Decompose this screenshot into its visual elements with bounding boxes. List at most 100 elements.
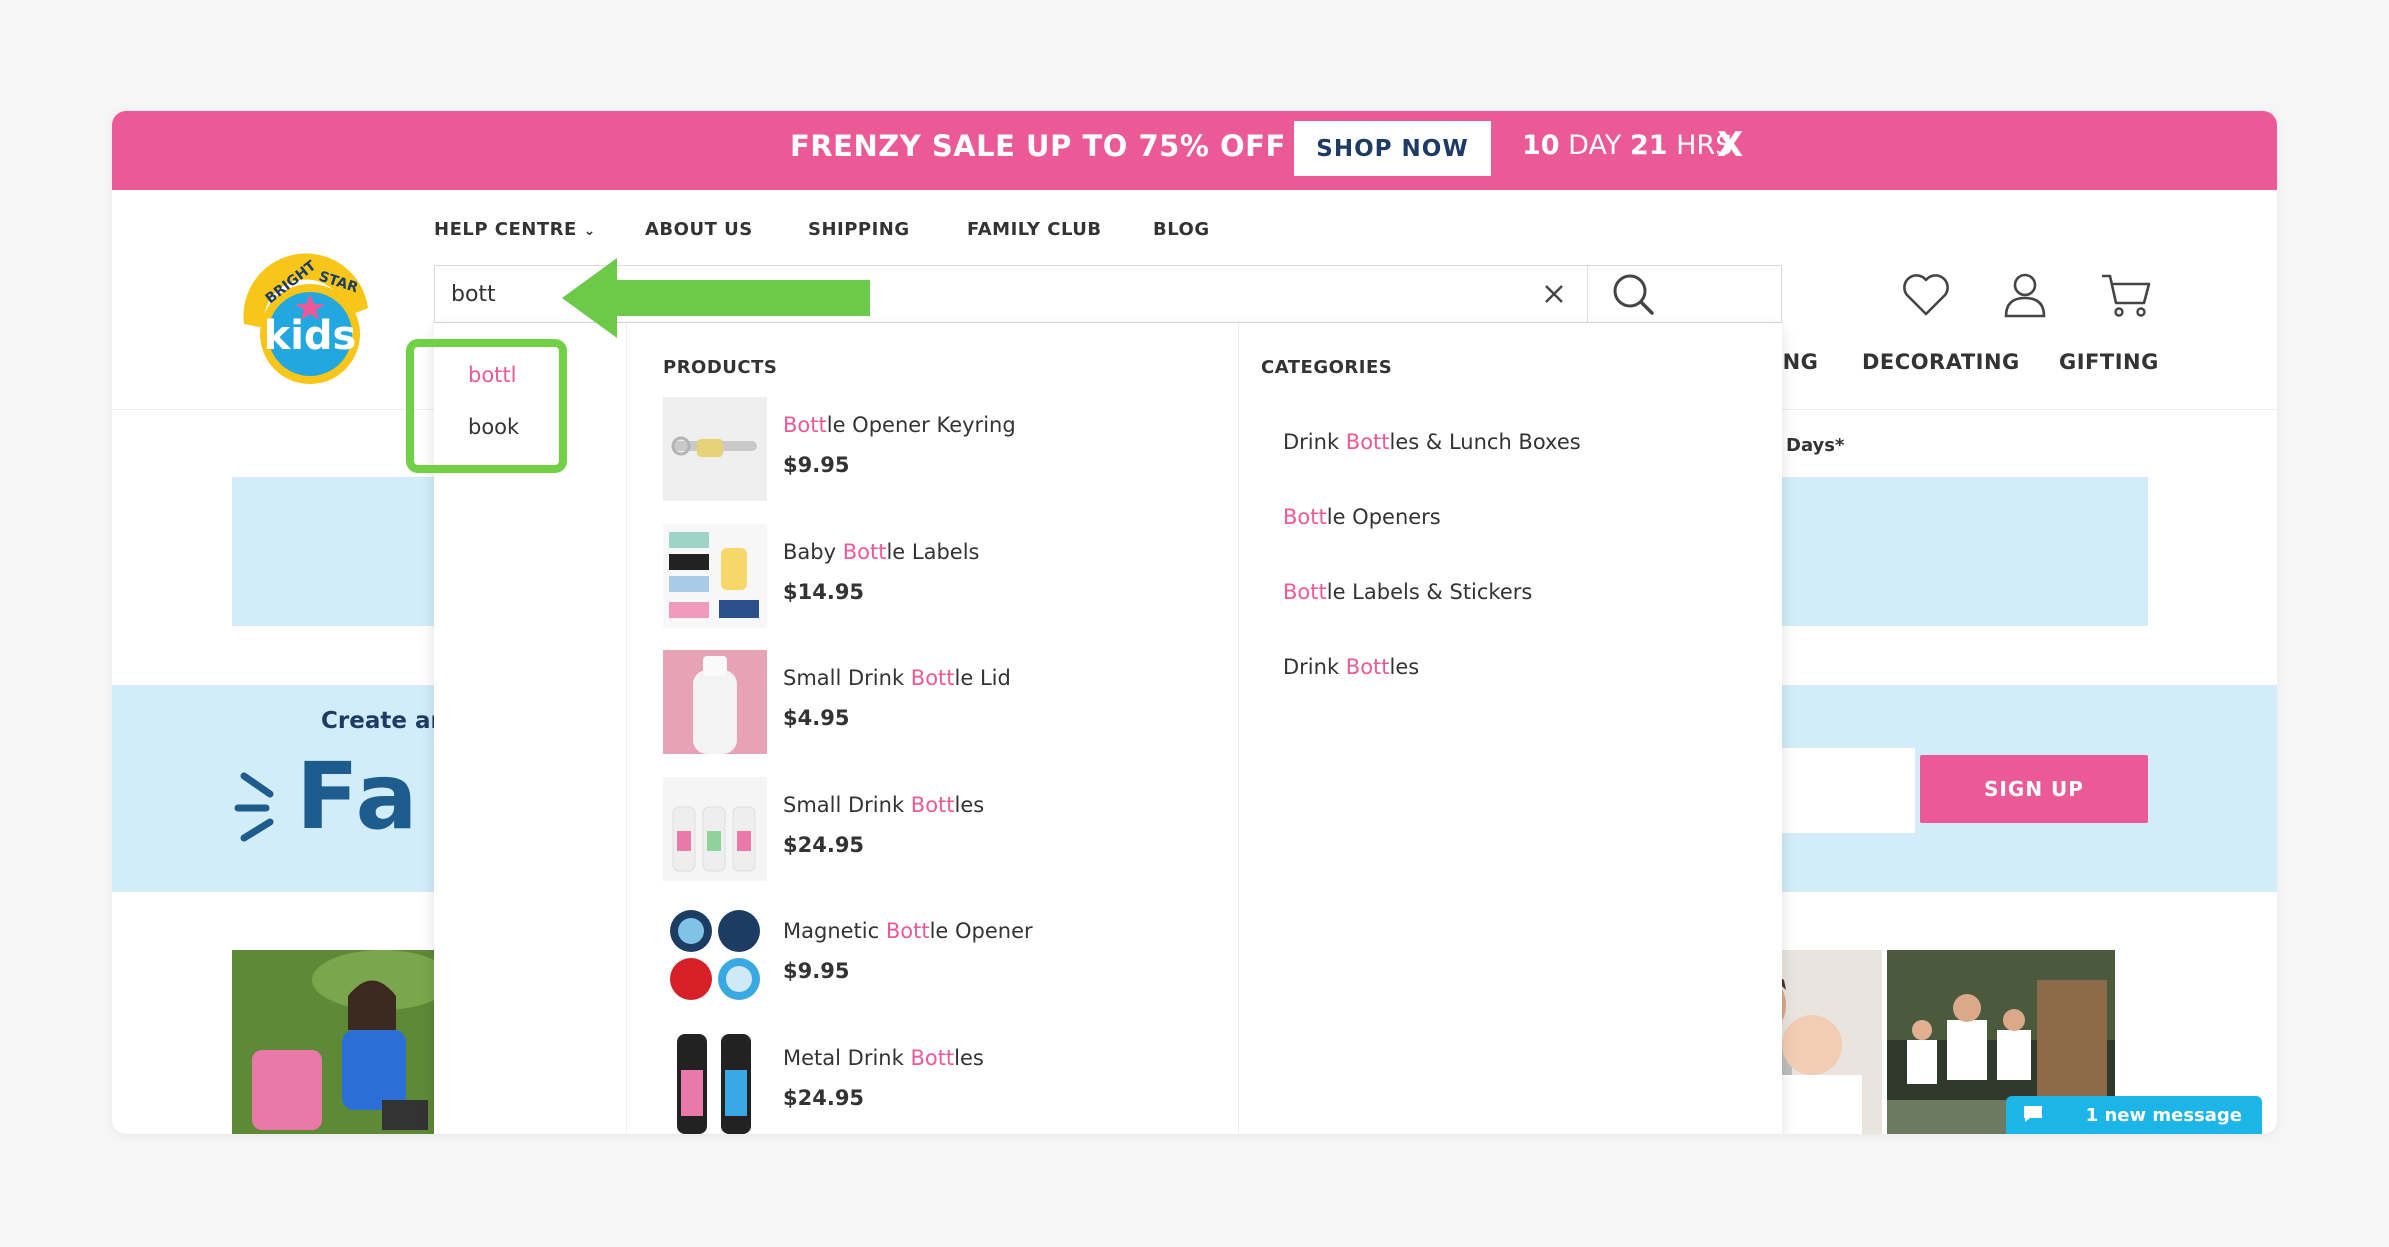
countdown-hours: 21	[1629, 130, 1668, 161]
product-price: $9.95	[783, 959, 850, 983]
product-name: Small Drink Bottle Lid	[783, 666, 1011, 690]
product-image	[663, 397, 767, 501]
products-column: PRODUCTS Bottle Opener Keyring $9.95 Baby …	[626, 323, 1239, 1134]
categories-heading: CATEGORIES	[1261, 357, 1393, 378]
product-name-match: Bott	[783, 413, 827, 437]
countdown-days-label: DAY	[1568, 130, 1622, 161]
category-item[interactable]: Bottle Labels & Stickers	[1283, 580, 1532, 604]
product-thumbnail	[663, 523, 767, 628]
category-item[interactable]: Drink Bottles	[1283, 655, 1419, 679]
shop-now-button[interactable]: SHOP NOW	[1294, 121, 1491, 176]
category-name-match: Bott	[1283, 580, 1327, 604]
promo-bar: FRENZY SALE UP TO 75% OFF SHOP NOW 10 DA…	[112, 111, 2277, 190]
product-item[interactable]: Small Drink Bottle Lid $4.95	[663, 650, 1223, 756]
arrow-left-icon	[562, 258, 870, 338]
product-name-post: le Opener	[929, 919, 1033, 943]
category-name-post: les & Lunch Boxes	[1389, 430, 1581, 454]
product-name-match: Bott	[910, 666, 955, 690]
product-price: $24.95	[783, 1085, 865, 1110]
bright-star-kids-logo: kids BRIGHT STAR	[243, 253, 368, 384]
product-price: $9.95	[783, 453, 850, 477]
product-name: Small Drink Bottles	[783, 793, 984, 817]
product-name-post: les	[954, 792, 985, 817]
product-name-pre: Metal Drink	[783, 1045, 911, 1070]
promo-text: FRENZY SALE UP TO 75% OFF	[790, 129, 1286, 163]
user-icon[interactable]	[1997, 267, 2053, 323]
product-item[interactable]: Bottle Opener Keyring $9.95	[663, 397, 1223, 503]
suggestion-highlight	[406, 339, 567, 473]
nav-about-us[interactable]: ABOUT US	[645, 219, 753, 240]
nav-gifting[interactable]: GIFTING	[2059, 350, 2159, 374]
product-name-pre: Magnetic	[783, 919, 886, 943]
nav-help-label: HELP CENTRE	[434, 219, 577, 240]
product-price: $14.95	[783, 579, 865, 604]
cart-icon[interactable]	[2098, 267, 2154, 323]
product-image	[663, 776, 767, 881]
search-divider	[1587, 266, 1588, 322]
product-price: $24.95	[783, 832, 865, 857]
category-name-pre: Drink	[1283, 430, 1346, 454]
category-name-post: le Labels & Stickers	[1326, 580, 1533, 604]
nav-help-centre[interactable]: HELP CENTRE ⌄	[434, 219, 596, 240]
product-thumbnail	[663, 650, 767, 754]
site-logo[interactable]: kids BRIGHT STAR	[230, 246, 382, 391]
promo-close-button[interactable]: X	[1717, 125, 1743, 165]
product-name: Magnetic Bottle Opener	[783, 919, 1033, 943]
browser-page: FRENZY SALE UP TO 75% OFF SHOP NOW 10 DA…	[112, 111, 2277, 1134]
product-thumbnail	[663, 397, 767, 501]
product-name-post: le Lid	[954, 666, 1011, 690]
nav-shipping[interactable]: SHIPPING	[808, 219, 910, 240]
category-item[interactable]: Drink Bottles & Lunch Boxes	[1283, 430, 1581, 454]
search-icon[interactable]	[1603, 269, 1663, 319]
categories-column: CATEGORIES Drink Bottles & Lunch Boxes Bo…	[1238, 323, 1782, 1134]
sign-up-button[interactable]: SIGN UP	[1920, 755, 2148, 823]
product-image	[663, 903, 767, 1007]
promo-countdown: 10 DAY 21 HRS	[1522, 130, 1732, 161]
product-name: Bottle Opener Keyring	[783, 413, 1016, 437]
heart-icon[interactable]	[1898, 267, 1954, 323]
category-name-match: Bott	[1345, 430, 1390, 454]
product-name-pre: Small Drink	[783, 666, 911, 690]
product-image	[663, 523, 767, 628]
kid-backpack-photo[interactable]	[232, 950, 442, 1134]
nav-blog[interactable]: BLOG	[1153, 219, 1210, 240]
product-name-match: Bott	[910, 792, 955, 817]
category-name-post: les	[1389, 655, 1420, 679]
product-name: Baby Bottle Labels	[783, 540, 979, 564]
product-item[interactable]: Baby Bottle Labels $14.95	[663, 523, 1223, 630]
product-item[interactable]: Magnetic Bottle Opener $9.95	[663, 903, 1223, 1009]
search-dropdown: bottl book PRODUCTS Bottle Opener Keyring…	[406, 323, 1782, 1134]
product-name-match: Bott	[885, 919, 930, 943]
product-name-post: le Opener Keyring	[826, 413, 1016, 437]
category-name-match: Bott	[1283, 505, 1327, 529]
nav-decorating[interactable]: DECORATING	[1862, 350, 2020, 374]
product-item[interactable]: Metal Drink Bottles $24.95	[663, 1029, 1223, 1135]
svg-text:kids: kids	[264, 313, 357, 359]
product-thumbnail	[663, 776, 767, 881]
products-heading: PRODUCTS	[663, 357, 778, 378]
product-name-match: Bott	[842, 539, 887, 564]
category-item[interactable]: Bottle Openers	[1283, 505, 1441, 529]
burst-icon	[234, 772, 274, 842]
category-name-match: Bott	[1345, 655, 1390, 679]
product-image	[663, 650, 767, 754]
kid-backpack-image	[232, 950, 442, 1134]
chevron-down-icon: ⌄	[583, 223, 596, 239]
product-name: Metal Drink Bottles	[783, 1046, 984, 1070]
product-name-pre: Baby	[783, 539, 843, 564]
product-item[interactable]: Small Drink Bottles $24.95	[663, 776, 1223, 883]
family-club-subtitle: Create an	[321, 708, 447, 734]
chat-icon	[2024, 1106, 2042, 1122]
chat-label: 1 new message	[2085, 1104, 2242, 1126]
product-thumbnail	[663, 1029, 767, 1134]
product-price: $4.95	[783, 706, 850, 730]
product-thumbnail	[663, 903, 767, 1007]
nav-family-club[interactable]: FAMILY CLUB	[967, 219, 1102, 240]
category-name-post: le Openers	[1326, 505, 1441, 529]
product-name-post: les	[954, 1045, 984, 1070]
close-icon[interactable]	[1534, 272, 1574, 316]
chat-widget[interactable]: 1 new message	[2006, 1096, 2262, 1134]
product-name-match: Bott	[910, 1045, 955, 1070]
family-club-title: Fa	[296, 743, 420, 850]
countdown-days: 10	[1522, 130, 1560, 161]
